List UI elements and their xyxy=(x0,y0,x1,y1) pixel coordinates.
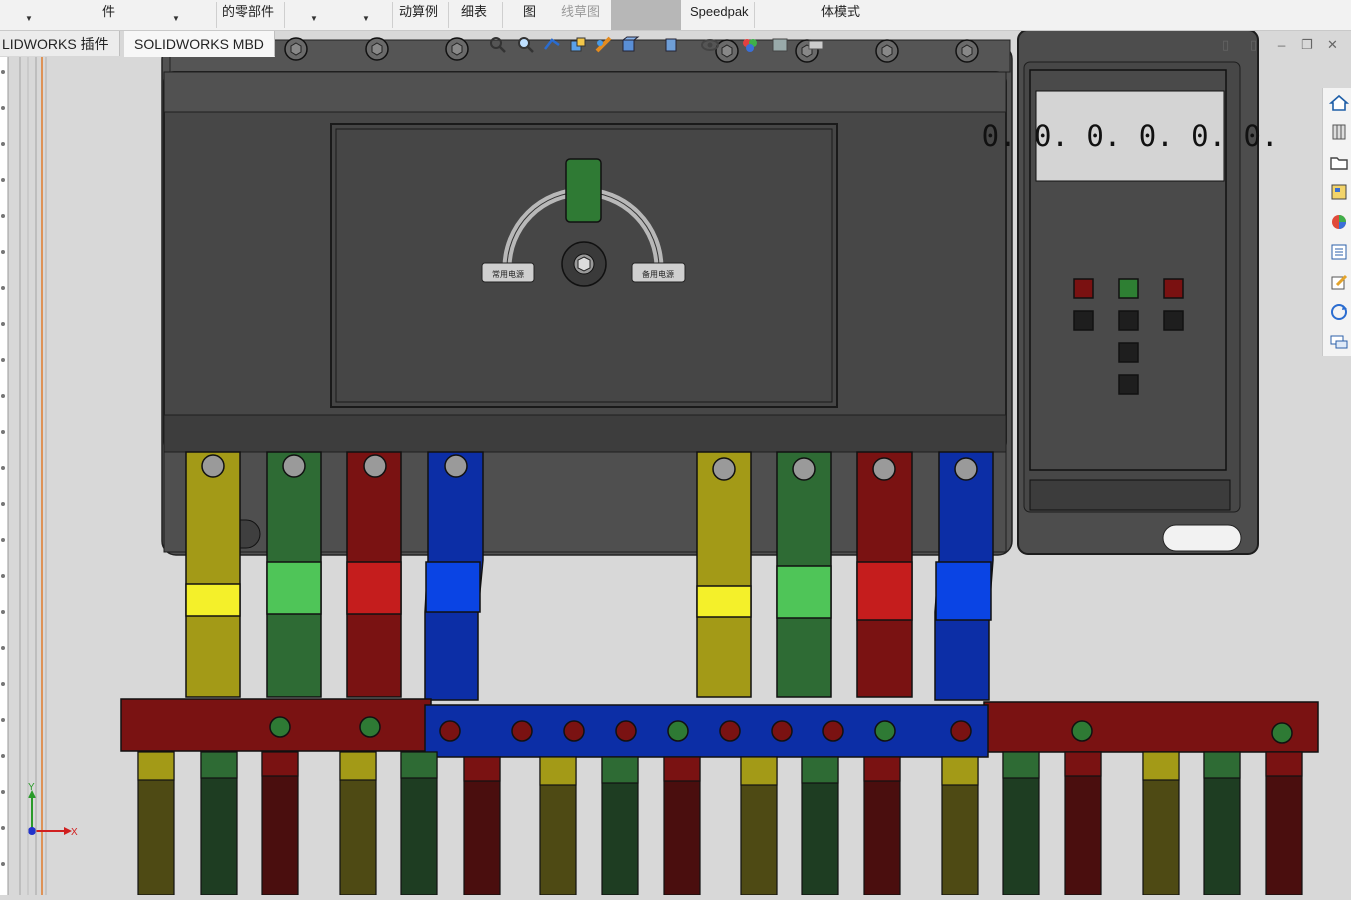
dropdown-caret-icon[interactable]: ▼ xyxy=(362,14,370,23)
apply-scene-icon[interactable] xyxy=(770,35,790,55)
home-icon[interactable] xyxy=(1328,92,1350,114)
dropdown-caret-icon[interactable]: ▼ xyxy=(25,14,33,23)
dropdown-caret-icon[interactable]: ▼ xyxy=(310,14,318,23)
collector-bars[interactable] xyxy=(120,698,1319,758)
dynamic-annotation-icon[interactable] xyxy=(594,35,614,55)
svg-text:备用电源: 备用电源 xyxy=(642,269,674,279)
appearances-icon[interactable] xyxy=(1328,211,1350,233)
ribbon-item-bom[interactable]: 细表 xyxy=(461,0,487,30)
section-view-icon[interactable] xyxy=(568,35,588,55)
ribbon-item-mode[interactable]: 体模式 xyxy=(821,0,860,30)
svg-text:常用电源: 常用电源 xyxy=(492,269,524,279)
digital-display: 0. 0. 0. 0. 0. 0. xyxy=(982,119,1279,153)
busbars-lower[interactable] xyxy=(137,751,1303,895)
design-library-icon[interactable] xyxy=(1328,121,1350,143)
ribbon-placeholder xyxy=(611,0,681,30)
hide-show-icon[interactable] xyxy=(700,35,720,55)
solidworks-forum-icon[interactable] xyxy=(1328,271,1350,293)
maximize-icon[interactable]: ❐ xyxy=(1301,37,1313,53)
view-palette-icon[interactable] xyxy=(1328,181,1350,203)
tab-solidworks-mbd[interactable]: SOLIDWORKS MBD xyxy=(124,31,275,57)
axis-x-label: X xyxy=(71,827,78,838)
refresh-icon[interactable] xyxy=(1328,301,1350,323)
edit-appearance-icon[interactable] xyxy=(740,35,760,55)
feature-tree-strip[interactable] xyxy=(0,57,48,895)
view-settings-icon[interactable] xyxy=(806,35,826,55)
restore-pane-icon[interactable]: ▯ xyxy=(1222,37,1229,53)
view-orientation-icon[interactable] xyxy=(620,35,640,55)
zoom-to-fit-icon[interactable] xyxy=(488,35,508,55)
ribbon-item-speedpak[interactable]: Speedpak xyxy=(690,0,749,30)
command-manager-ribbon: ▼ 件 ▼ 的零部件 ▼ ▼ 动算例 细表 图 线草图 Speedpak 体模式 xyxy=(0,0,1351,31)
previous-view-icon[interactable] xyxy=(542,35,562,55)
tab-solidworks-addins[interactable]: LIDWORKS 插件 xyxy=(0,31,120,56)
dropdown-caret-icon[interactable]: ▼ xyxy=(172,14,180,23)
file-explorer-icon[interactable] xyxy=(1328,151,1350,173)
zoom-area-icon[interactable] xyxy=(516,35,536,55)
task-pane xyxy=(1322,88,1351,356)
ribbon-item-motion-study[interactable]: 动算例 xyxy=(399,0,438,30)
ribbon-item-parts[interactable]: 件 xyxy=(102,0,115,30)
minimize-icon[interactable]: _ xyxy=(1278,32,1285,47)
graphics-area[interactable]: 常用电源 备用电源 0. 0. 0. 0. 0. 0. Y X xyxy=(0,0,1351,895)
split-pane-icon[interactable]: ▯ xyxy=(1250,37,1257,53)
chat-icon[interactable] xyxy=(1328,331,1350,353)
ribbon-item-components[interactable]: 的零部件 xyxy=(222,0,274,30)
ribbon-item-sketch[interactable]: 线草图 xyxy=(561,0,600,30)
display-style-icon[interactable] xyxy=(662,35,682,55)
close-icon[interactable]: ✕ xyxy=(1327,37,1338,53)
ribbon-item-drawing[interactable]: 图 xyxy=(523,0,536,30)
custom-properties-icon[interactable] xyxy=(1328,241,1350,263)
